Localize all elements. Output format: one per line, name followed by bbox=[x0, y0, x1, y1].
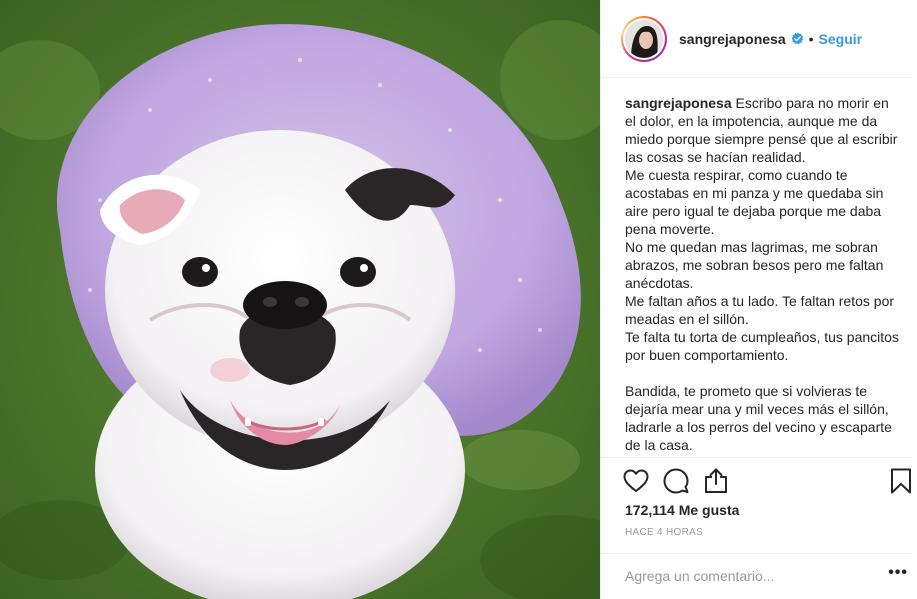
post-photo[interactable] bbox=[0, 0, 600, 599]
follow-button[interactable]: Seguir bbox=[819, 31, 863, 47]
comment-box: ••• bbox=[601, 553, 912, 599]
like-count[interactable]: 172,114 Me gusta bbox=[625, 502, 739, 518]
separator-dot: • bbox=[808, 30, 814, 47]
verified-badge-icon bbox=[791, 32, 804, 45]
heart-icon[interactable] bbox=[621, 466, 651, 496]
caption: sangrejaponesa Escribo para no morir en … bbox=[625, 94, 901, 456]
avatar-photo bbox=[625, 19, 663, 58]
share-icon[interactable] bbox=[701, 466, 731, 496]
post-timestamp[interactable]: HACE 4 HORAS bbox=[625, 527, 703, 538]
caption-username[interactable]: sangrejaponesa bbox=[625, 95, 732, 111]
avatar[interactable] bbox=[621, 15, 667, 62]
caption-text: Escribo para no morir en el dolor, en la… bbox=[625, 95, 899, 453]
comment-input[interactable] bbox=[625, 566, 855, 586]
bulldog-photo bbox=[0, 0, 600, 599]
bookmark-icon[interactable] bbox=[886, 466, 916, 496]
username[interactable]: sangrejaponesa bbox=[679, 31, 786, 47]
more-options-button[interactable]: ••• bbox=[888, 564, 908, 582]
action-icons bbox=[621, 466, 916, 496]
post-side-panel: sangrejaponesa • Seguir sangrejaponesa E… bbox=[600, 0, 917, 599]
post-header: sangrejaponesa • Seguir bbox=[601, 0, 912, 78]
comment-icon[interactable] bbox=[661, 466, 691, 496]
